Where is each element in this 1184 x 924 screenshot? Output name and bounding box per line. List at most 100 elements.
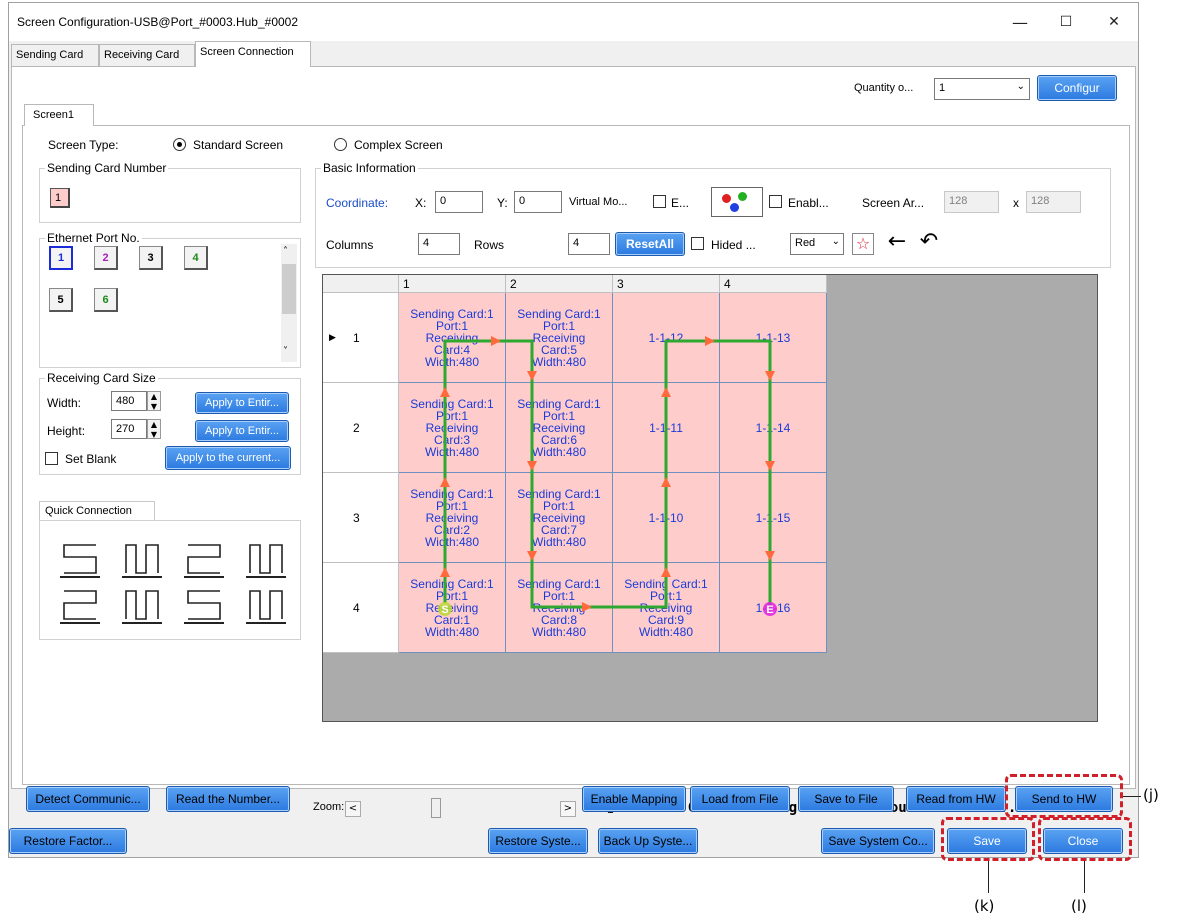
width-input[interactable]: 480 <box>111 391 147 411</box>
scroll-up-icon[interactable]: ˄ <box>283 246 288 257</box>
grid-cell-line: Sending Card:1 <box>517 486 601 501</box>
set-blank-checkbox[interactable] <box>45 452 58 465</box>
apply-width-entire-button[interactable]: Apply to Entir... <box>195 392 289 414</box>
grid-column-header[interactable]: 3 <box>613 275 720 293</box>
restore-system-button[interactable]: Restore Syste... <box>488 828 588 854</box>
grid-cell[interactable]: Sending Card:1 Port:1 Receiving Card:4 Width… <box>399 293 506 383</box>
quick-connection-pattern-icon[interactable] <box>60 590 100 624</box>
grid-cell[interactable]: Sending Card:1 Port:1 Receiving Card:9 Width… <box>613 563 720 653</box>
quantity-select[interactable]: 1 ⌄ <box>934 78 1030 100</box>
grid-cell[interactable]: 1-1-11 <box>613 383 720 473</box>
quick-connection-pattern-icon[interactable] <box>184 590 224 624</box>
zoom-right-button[interactable]: > <box>560 801 576 817</box>
quick-connection-pattern-icon[interactable] <box>60 544 100 578</box>
y-input[interactable]: 0 <box>514 191 562 213</box>
grid-cell-line: Port:1 <box>435 408 468 423</box>
arrow-left-icon[interactable]: ← <box>884 230 910 256</box>
grid-cell[interactable]: Sending Card:1 Port:1 Receiving Card:6 Width… <box>506 383 613 473</box>
grid-cell[interactable]: Sending Card:1 Port:1 Receiving Card:8 Width… <box>506 563 613 653</box>
zoom-slider-thumb[interactable] <box>431 798 441 818</box>
configure-button[interactable]: Configur <box>1037 75 1117 101</box>
grid-cell[interactable]: Sending Card:1 Port:1 Receiving Card:1 Width… <box>399 563 506 653</box>
maximize-button[interactable]: ☐ <box>1043 3 1089 41</box>
zoom-left-button[interactable]: < <box>345 801 361 817</box>
grid-column-header[interactable]: 1 <box>399 275 506 293</box>
width-spinner[interactable]: ▲ ▼ <box>147 391 161 411</box>
port-scrollbar[interactable]: ˄ ˅ <box>281 244 297 362</box>
quick-connection-pattern-icon[interactable] <box>246 544 286 578</box>
grid-cell-line: Sending Card:1 <box>624 576 708 591</box>
columns-input[interactable]: 4 <box>418 233 460 255</box>
virtual-mode-checkbox[interactable] <box>653 195 666 208</box>
quick-connection-tab[interactable]: Quick Connection <box>39 501 155 521</box>
height-input[interactable]: 270 <box>111 419 147 439</box>
ethernet-port-2[interactable]: 2 <box>94 246 118 270</box>
apply-current-button[interactable]: Apply to the current... <box>165 446 291 470</box>
ethernet-port-6[interactable]: 6 <box>94 288 118 312</box>
complex-screen-radio[interactable] <box>334 138 347 151</box>
read-number-button[interactable]: Read the Number... <box>166 786 290 812</box>
grid-cell[interactable]: Sending Card:1 Port:1 Receiving Card:7 Width… <box>506 473 613 563</box>
tab-sending-card[interactable]: Sending Card <box>11 44 99 66</box>
grid-cell-line: Width:480 <box>531 534 587 549</box>
grid-column-header[interactable]: 4 <box>720 275 827 293</box>
enable-checkbox[interactable] <box>769 195 782 208</box>
ethernet-port-3[interactable]: 3 <box>139 246 163 270</box>
grid-cell[interactable]: Sending Card:1 Port:1 Receiving Card:2 Width… <box>399 473 506 563</box>
apply-height-entire-button[interactable]: Apply to Entir... <box>195 420 289 442</box>
grid-cell[interactable]: 1-1-14 <box>720 383 827 473</box>
grid-row-header[interactable]: 3 <box>323 473 399 563</box>
load-from-file-button[interactable]: Load from File <box>690 786 790 812</box>
virtual-color-icon[interactable] <box>711 187 763 217</box>
grid-cell[interactable]: 1-1-10 <box>613 473 720 563</box>
scroll-down-icon[interactable]: ˅ <box>283 346 288 357</box>
save-to-file-button[interactable]: Save to File <box>798 786 894 812</box>
window-title: Screen Configuration-USB@Port_#0003.Hub_… <box>17 15 299 29</box>
reset-all-button[interactable]: ResetAll <box>615 232 685 256</box>
quick-connection-pattern-icon[interactable] <box>184 544 224 578</box>
color-select[interactable]: Red ⌄ <box>790 233 844 255</box>
hided-checkbox[interactable] <box>691 237 704 250</box>
grid-cell-line: Port:1 <box>542 498 575 513</box>
grid-cell[interactable]: 1-1-15 <box>720 473 827 563</box>
height-spinner[interactable]: ▲ ▼ <box>147 419 161 439</box>
grid-cell[interactable]: 1-1-12 <box>613 293 720 383</box>
quick-connection-pattern-icon[interactable] <box>246 590 286 624</box>
grid-cell[interactable]: Sending Card:1 Port:1 Receiving Card:3 Width… <box>399 383 506 473</box>
back-up-system-button[interactable]: Back Up Syste... <box>598 828 698 854</box>
grid-cell[interactable]: Sending Card:1 Port:1 Receiving Card:5 Width… <box>506 293 613 383</box>
grid-cell[interactable]: 1-1-13 <box>720 293 827 383</box>
grid-cell-line: Width:480 <box>424 534 480 549</box>
window-close-button[interactable]: ✕ <box>1091 3 1137 41</box>
grid-cell-line: Card:7 <box>540 522 578 537</box>
enable-mapping-button[interactable]: Enable Mapping <box>582 786 686 812</box>
quick-connection-patterns[interactable] <box>40 521 302 641</box>
grid-row-header[interactable]: 4 <box>323 563 399 653</box>
scrollbar-thumb[interactable] <box>282 264 296 314</box>
sending-card-number[interactable]: 1 <box>50 188 70 208</box>
x-input[interactable]: 0 <box>435 191 483 213</box>
grid-row-header[interactable]: 2 <box>323 383 399 473</box>
restore-factory-button[interactable]: Restore Factor... <box>9 828 127 854</box>
read-from-hw-button[interactable]: Read from HW <box>906 786 1006 812</box>
grid-cell[interactable]: 1-1-16 <box>720 563 827 653</box>
rows-input[interactable]: 4 <box>568 233 610 255</box>
minimize-button[interactable]: — <box>997 3 1043 41</box>
standard-screen-radio[interactable] <box>173 138 186 151</box>
detect-communication-button[interactable]: Detect Communic... <box>26 786 150 812</box>
tab-screen-connection[interactable]: Screen Connection <box>195 41 311 67</box>
save-system-config-button[interactable]: Save System Co... <box>821 828 935 854</box>
tab-screen1[interactable]: Screen1 <box>24 104 94 126</box>
ethernet-port-4[interactable]: 4 <box>184 246 208 270</box>
ethernet-port-5[interactable]: 5 <box>49 288 73 312</box>
star-icon[interactable]: ☆ <box>852 233 874 255</box>
grid-corner <box>323 275 399 293</box>
grid-row-header[interactable]: ▶ 1 <box>323 293 399 383</box>
grid-column-header[interactable]: 2 <box>506 275 613 293</box>
quick-connection-pattern-icon[interactable] <box>122 544 162 578</box>
ethernet-port-1[interactable]: 1 <box>49 246 73 270</box>
undo-icon[interactable]: ↶ <box>916 230 942 256</box>
quick-connection-pattern-icon[interactable] <box>122 590 162 624</box>
tab-receiving-card[interactable]: Receiving Card <box>99 44 195 66</box>
connection-grid[interactable]: 1 2 3 4 ▶ 1 Sending Card:1 Port:1 Receiving Card:… <box>322 274 1098 722</box>
